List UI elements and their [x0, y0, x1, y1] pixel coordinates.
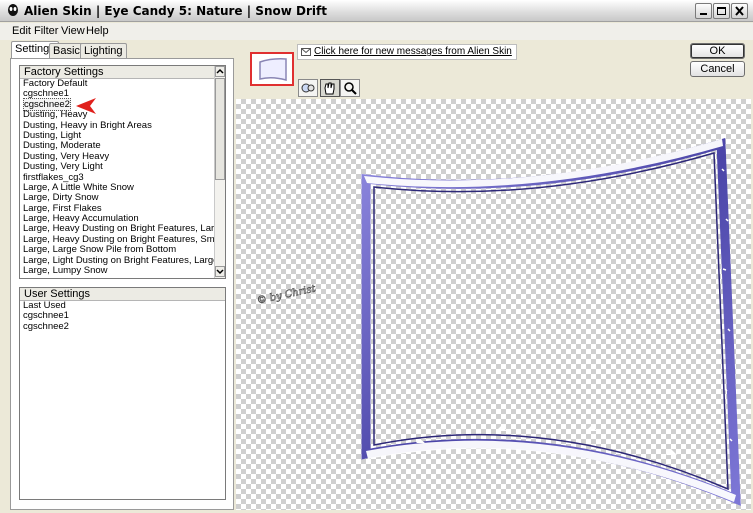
factory-setting-list-item-label: Large, Heavy Dusting on Bright Features,… — [23, 233, 226, 245]
preview-frame-thumbnail — [259, 58, 287, 81]
chevron-down-icon — [216, 269, 224, 275]
watermark-text: © by Christa — [256, 282, 316, 306]
zoom-icon — [344, 82, 357, 95]
navigate-preview-button[interactable] — [298, 79, 318, 97]
factory-setting-list-item-label: Large, Dirty Snow — [23, 192, 99, 204]
user-settings-list[interactable]: User Settings Last Used cgschnee1 cgschnee… — [19, 287, 226, 500]
hand-tool-button[interactable] — [320, 79, 340, 97]
factory-setting-list-item-label: Dusting, Light — [23, 129, 82, 141]
close-icon — [735, 6, 744, 16]
factory-setting-list-item-label: Dusting, Heavy in Bright Areas — [23, 119, 152, 131]
factory-setting-list-item-label: Large, Light Dusting on Bright Features,… — [23, 254, 226, 266]
factory-setting-list-item-label: Large, Heavy Accumulation — [23, 213, 139, 225]
watermark-logo: © by Christa — [256, 282, 316, 307]
messages-link[interactable]: Click here for new messages from Alien S… — [297, 44, 517, 60]
close-button[interactable] — [731, 3, 748, 19]
menu-bar: Edit Filter View Help — [0, 23, 753, 40]
tab-basic[interactable]: Basic — [49, 43, 84, 58]
ok-button[interactable]: OK — [690, 43, 745, 59]
messages-link-text: Click here for new messages from Alien S… — [314, 46, 512, 57]
scroll-down-button[interactable] — [215, 266, 225, 277]
user-settings-items: Last Used cgschnee1 cgschnee2 — [20, 300, 69, 332]
factory-setting-list-item-label: Large, A Little White Snow — [23, 181, 134, 193]
red-arrow-icon — [76, 98, 96, 114]
scroll-thumb[interactable] — [215, 78, 225, 180]
factory-setting-list-item-label: Dusting, Moderate — [23, 140, 101, 152]
factory-setting-list-item-label: firstflakes_cg3 — [23, 171, 84, 183]
minimize-button[interactable] — [695, 3, 712, 19]
envelope-icon — [301, 48, 311, 56]
factory-setting-list-item-label: Factory Default — [23, 78, 88, 89]
factory-setting-list-item-label: Large, Heavy Dusting on Bright Features,… — [23, 223, 226, 235]
cancel-button[interactable]: Cancel — [690, 61, 745, 77]
navigate-preview-icon — [301, 83, 315, 93]
user-setting-list-item-label: cgschnee2 — [23, 320, 69, 332]
menu-filter[interactable]: Filter — [34, 25, 58, 37]
maximize-icon — [717, 7, 726, 15]
factory-setting-list-item-label: Dusting, Very Light — [23, 161, 103, 173]
user-setting-list-item-label: Last Used — [23, 300, 66, 311]
window-title: Alien Skin | Eye Candy 5: Nature | Snow … — [24, 4, 327, 18]
menu-edit[interactable]: Edit — [12, 25, 31, 37]
alien-skin-logo-icon — [8, 4, 18, 16]
factory-settings-list[interactable]: Factory Settings Factory Default cgschnee… — [19, 65, 226, 279]
factory-setting-list-item-label: Large, Large Snow Pile from Bottom — [23, 244, 177, 256]
chevron-up-icon — [216, 68, 224, 74]
factory-setting-list-item-label: Large, First Flakes — [23, 202, 102, 214]
scroll-up-button[interactable] — [215, 66, 225, 77]
tab-lighting[interactable]: Lighting — [80, 43, 127, 58]
title-bar: Alien Skin | Eye Candy 5: Nature | Snow … — [0, 0, 753, 22]
menu-view[interactable]: View — [61, 25, 85, 37]
maximize-button[interactable] — [713, 3, 730, 19]
user-setting-list-item-label: cgschnee1 — [23, 310, 69, 322]
user-setting-list-item[interactable]: cgschnee2 — [20, 320, 69, 332]
menu-help[interactable]: Help — [86, 25, 109, 37]
minimize-icon — [700, 13, 707, 15]
factory-settings-items: Factory Default cgschnee1 cgschnee2 Dusting… — [20, 78, 226, 277]
zoom-tool-button[interactable] — [340, 79, 360, 97]
factory-setting-list-item[interactable]: Large, Lumpy Snow — [20, 265, 225, 277]
factory-setting-list-item-label: Dusting, Very Heavy — [23, 150, 110, 162]
hand-icon — [324, 82, 335, 95]
factory-setting-list-item-label: Large, Lumpy Snow — [23, 265, 108, 277]
preview-navigator[interactable] — [250, 52, 294, 86]
factory-list-scrollbar[interactable] — [214, 66, 225, 278]
